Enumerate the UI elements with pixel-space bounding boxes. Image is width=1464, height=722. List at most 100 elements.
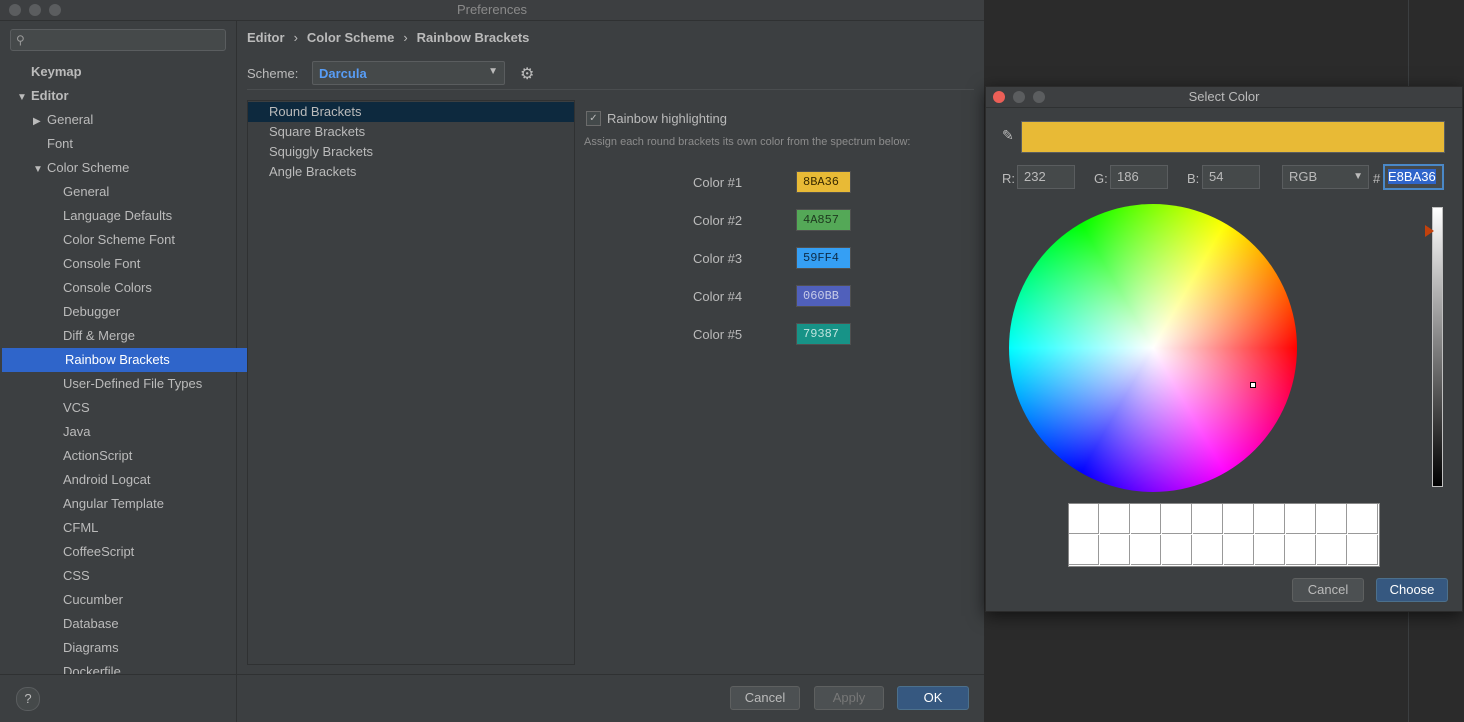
sidebar-item-label: Dockerfile (63, 664, 121, 674)
sidebar-item-editor[interactable]: ▼ Editor (0, 84, 253, 108)
recent-color-cell[interactable] (1317, 535, 1347, 565)
window-titlebar: Preferences (0, 0, 984, 21)
sidebar-footer-divider (0, 674, 236, 675)
recent-color-cell[interactable] (1069, 504, 1099, 534)
recent-color-cell[interactable] (1100, 504, 1130, 534)
color-4-swatch[interactable]: 060BB (796, 285, 851, 307)
green-input[interactable]: 186 (1110, 165, 1168, 189)
sidebar-item-color-scheme[interactable]: ▼ Color Scheme (0, 156, 269, 180)
ok-button[interactable]: OK (897, 686, 969, 710)
sidebar-item-label: Database (63, 616, 119, 631)
sidebar-item-label: Angular Template (63, 496, 164, 511)
sidebar-item-keymap[interactable]: Keymap (0, 60, 267, 84)
color-mode-dropdown[interactable]: RGB ▼ (1282, 165, 1369, 189)
list-item-round-brackets[interactable]: Round Brackets (248, 102, 574, 122)
choose-button[interactable]: Choose (1376, 578, 1448, 602)
sidebar-item-label: Rainbow Brackets (65, 352, 170, 367)
green-label: G: (1094, 171, 1108, 186)
sidebar-item-label: Color Scheme (47, 160, 130, 175)
color-1-swatch[interactable]: 8BA36 (796, 171, 851, 193)
sidebar-item-label: General (47, 112, 94, 127)
list-item-squiggly-brackets[interactable]: Squiggly Brackets (248, 142, 574, 162)
settings-sidebar: ⚲ Keymap ▼ Editor ▶ General Font ▼ Color Sc… (0, 21, 299, 722)
header-divider (247, 89, 974, 90)
breadcrumb-separator: › (403, 30, 408, 45)
minimize-dialog-button[interactable] (1013, 91, 1025, 103)
color-1-label: Color #1 (693, 175, 743, 190)
recent-color-cell[interactable] (1224, 535, 1254, 565)
close-window-button[interactable] (9, 4, 21, 16)
breadcrumb-item[interactable]: Editor (247, 30, 285, 45)
recent-color-cell[interactable] (1255, 535, 1285, 565)
recent-color-cell[interactable] (1286, 535, 1316, 565)
sidebar-item-label: Diagrams (63, 640, 119, 655)
zoom-window-button[interactable] (49, 4, 61, 16)
eyedropper-icon[interactable]: ✎ (1002, 127, 1014, 144)
brightness-slider-handle[interactable] (1425, 225, 1434, 237)
recent-color-cell[interactable] (1193, 504, 1223, 534)
color-2-swatch[interactable]: 4A857 (796, 209, 851, 231)
sidebar-item-label: Android Logcat (63, 472, 151, 487)
color-mode-value: RGB (1289, 169, 1318, 184)
recent-color-cell[interactable] (1131, 504, 1161, 534)
expanded-arrow-icon[interactable]: ▼ (33, 158, 47, 182)
help-button[interactable]: ? (16, 687, 40, 711)
recent-color-cell[interactable] (1193, 535, 1223, 565)
color-3-swatch[interactable]: 59FF4 (796, 247, 851, 269)
recent-color-cell[interactable] (1162, 504, 1192, 534)
list-item-angle-brackets[interactable]: Angle Brackets (248, 162, 574, 182)
color-5-label: Color #5 (693, 327, 743, 342)
recent-color-cell[interactable] (1317, 504, 1347, 534)
close-dialog-button[interactable] (993, 91, 1005, 103)
recent-color-cell[interactable] (1286, 504, 1316, 534)
scheme-dropdown[interactable]: Darcula ▼ (312, 61, 505, 85)
sidebar-item-label: Debugger (63, 304, 121, 319)
collapsed-arrow-icon[interactable]: ▶ (33, 110, 47, 134)
checkmark-icon: ✓ (589, 113, 598, 124)
dialog-title: Select Color (1188, 89, 1260, 104)
hex-input[interactable]: E8BA36 (1383, 164, 1444, 190)
footer-divider (237, 674, 984, 675)
window-title: Preferences (456, 2, 528, 17)
cancel-button[interactable]: Cancel (730, 686, 800, 710)
color-5-swatch[interactable]: 79387 (796, 323, 851, 345)
preferences-window: Preferences ⚲ Keymap ▼ Editor ▶ General Fo… (0, 0, 984, 722)
rainbow-highlighting-label[interactable]: Rainbow highlighting (607, 111, 727, 126)
scheme-value: Darcula (319, 66, 367, 81)
color-wheel-marker[interactable] (1250, 382, 1256, 388)
blue-label: B: (1187, 171, 1200, 186)
chevron-down-icon: ▼ (1353, 171, 1363, 182)
dialog-cancel-button[interactable]: Cancel (1292, 578, 1364, 602)
sidebar-item-font[interactable]: Font (0, 132, 283, 156)
brightness-slider[interactable] (1432, 207, 1443, 487)
recent-color-cell[interactable] (1100, 535, 1130, 565)
recent-colors-grid (1068, 503, 1380, 567)
sidebar-item-label: Console Font (63, 256, 141, 271)
sidebar-item-label: Console Colors (63, 280, 152, 295)
recent-color-cell[interactable] (1348, 504, 1378, 534)
color-wheel[interactable] (1009, 204, 1297, 492)
breadcrumb-item[interactable]: Color Scheme (307, 30, 394, 45)
settings-search-input[interactable]: ⚲ (10, 29, 226, 51)
recent-color-cell[interactable] (1069, 535, 1099, 565)
sidebar-item-general[interactable]: ▶ General (0, 108, 269, 132)
recent-color-cell[interactable] (1255, 504, 1285, 534)
minimize-window-button[interactable] (29, 4, 41, 16)
expanded-arrow-icon[interactable]: ▼ (17, 86, 31, 110)
recent-color-cell[interactable] (1348, 535, 1378, 565)
breadcrumb-item: Rainbow Brackets (416, 30, 530, 45)
zoom-dialog-button[interactable] (1033, 91, 1045, 103)
list-item-square-brackets[interactable]: Square Brackets (248, 122, 574, 142)
red-input[interactable]: 232 (1017, 165, 1075, 189)
blue-input[interactable]: 54 (1202, 165, 1260, 189)
chevron-down-icon: ▼ (488, 66, 498, 77)
sidebar-item-label: CSS (63, 568, 90, 583)
rainbow-highlighting-checkbox[interactable]: ✓ (586, 111, 601, 126)
sidebar-item-label: General (63, 184, 110, 199)
sidebar-item-label: Font (47, 136, 74, 151)
apply-button[interactable]: Apply (814, 686, 884, 710)
recent-color-cell[interactable] (1131, 535, 1161, 565)
recent-color-cell[interactable] (1224, 504, 1254, 534)
gear-icon[interactable]: ⚙ (520, 64, 534, 84)
recent-color-cell[interactable] (1162, 535, 1192, 565)
